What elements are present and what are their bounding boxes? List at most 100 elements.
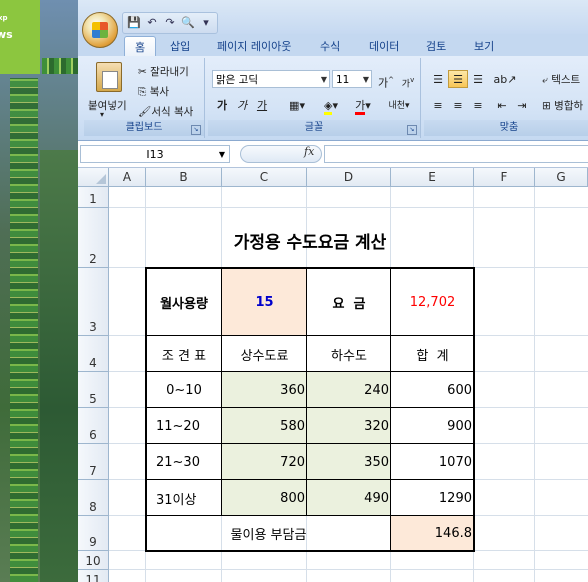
redo-icon[interactable]: ↷ [163,16,177,30]
column-header-d[interactable]: D [307,168,391,187]
table-rule [145,479,475,480]
cut-icon: ✂ [138,66,147,78]
gridline [109,569,588,570]
alignment-group: ☰ ☰ ☰ ab↗ ≡ ≡ ≡ ⇤ ⇥ ⤶ 텍스트 ⊞ 병합하 맞춤 [424,58,588,138]
copy-button[interactable]: ⎘ 복사 [138,84,169,99]
align-center-icon[interactable]: ≡ [448,96,468,114]
tab-page-layout[interactable]: 페이지 레이아웃 [217,38,291,54]
bold-button[interactable]: 가 [212,96,232,114]
qat-customize-icon[interactable]: ▾ [199,16,213,30]
tab-view[interactable]: 보기 [474,38,494,54]
row-header-3[interactable]: 3 [78,268,109,336]
alignment-group-label: 맞춤 [424,120,588,136]
table-rule [306,267,307,516]
align-middle-icon[interactable]: ☰ [448,70,468,88]
row-header-7[interactable]: 7 [78,444,109,480]
row-header-6[interactable]: 6 [78,408,109,444]
merge-icon: ⊞ [542,100,551,112]
cut-button[interactable]: ✂ 잘라내기 [138,64,189,79]
office-button[interactable] [82,12,118,48]
phonetic-button[interactable]: 내천▾ [384,96,414,114]
table-rule [221,267,222,516]
decrease-indent-icon[interactable]: ⇤ [492,96,512,114]
clipboard-launcher-icon[interactable]: ↘ [191,125,201,135]
windows-xp-logo: ws xp [0,0,40,74]
save-icon[interactable]: 💾 [127,16,141,30]
row-header-9[interactable]: 9 [78,516,109,551]
paste-dropdown-icon[interactable]: ▾ [100,110,104,119]
fill-color-button[interactable]: ◈▾ [316,96,346,115]
table-rule [145,335,475,336]
column-header-e[interactable]: E [391,168,474,187]
row-header-10[interactable]: 10 [78,551,109,570]
formula-bar: I13 ▼ fx [78,141,588,168]
increase-indent-icon[interactable]: ⇥ [512,96,532,114]
table-rule [145,371,475,372]
borders-button[interactable]: ▦▾ [282,96,312,114]
title-bar: 💾 ↶ ↷ 🔍 ▾ [78,0,588,34]
wrap-text-icon: ⤶ [542,74,548,86]
chevron-down-icon: ▼ [320,75,327,84]
column-header-a[interactable]: A [109,168,146,187]
tab-review[interactable]: 검토 [426,38,446,54]
row-header-2[interactable]: 2 [78,208,109,268]
paste-icon[interactable] [96,62,122,92]
column-header-f[interactable]: F [474,168,535,187]
align-left-icon[interactable]: ≡ [428,96,448,114]
row-header-4[interactable]: 4 [78,336,109,372]
row-header-1[interactable]: 1 [78,187,109,208]
wrap-text-button[interactable]: ⤶ 텍스트 [542,72,580,87]
tab-formulas[interactable]: 수식 [320,38,340,54]
table-rule [145,407,475,408]
name-box[interactable]: I13 ▼ [80,145,230,163]
font-color-button[interactable]: 가▾ [348,96,378,115]
insert-function-icon[interactable]: fx [304,145,314,158]
row-header-11[interactable]: 11 [78,570,109,582]
column-header-b[interactable]: B [146,168,222,187]
print-preview-icon[interactable]: 🔍 [181,16,195,30]
table-rule [145,515,475,516]
font-size-select[interactable]: 11 ▼ [332,70,372,88]
row-header-8[interactable]: 8 [78,480,109,516]
table-rule [390,267,391,552]
desktop-mosaic-top [42,58,78,74]
merge-center-button[interactable]: ⊞ 병합하 [542,98,583,113]
column-header-g[interactable]: G [535,168,588,187]
desktop-mosaic [10,78,38,582]
clipboard-group: 붙여넣기 ▾ ✂ 잘라내기 ⎘ 복사 🖌서식 복사 클립보드 ↘ [84,58,205,138]
borders-icon: ▦ [289,99,300,112]
font-launcher-icon[interactable]: ↘ [407,125,417,135]
align-bottom-icon[interactable]: ☰ [468,70,488,88]
desktop-tree [40,150,78,582]
font-name-select[interactable]: 맑은 고딕 ▼ [212,70,330,88]
excel-window: 💾 ↶ ↷ 🔍 ▾ 홈 삽입 페이지 레이아웃 수식 데이터 검토 보기 붙여넣… [78,0,588,582]
table-outline [145,267,475,552]
formula-input[interactable] [324,145,588,163]
row-header-5[interactable]: 5 [78,372,109,408]
table-rule [145,443,475,444]
ribbon-tabs: 홈 삽입 페이지 레이아웃 수식 데이터 검토 보기 [78,34,588,57]
undo-icon[interactable]: ↶ [145,16,159,30]
quick-access-toolbar: 💾 ↶ ↷ 🔍 ▾ [122,12,218,34]
align-top-icon[interactable]: ☰ [428,70,448,88]
grow-font-button[interactable]: 가^ [375,70,397,90]
clipboard-group-label: 클립보드 [84,120,204,136]
italic-button[interactable]: 가 [232,96,252,114]
column-header-c[interactable]: C [222,168,307,187]
fill-color-icon: ◈ [324,99,333,115]
tab-insert[interactable]: 삽입 [170,38,190,54]
format-painter-icon: 🖌 [138,106,152,118]
orientation-icon[interactable]: ab↗ [492,70,518,88]
ribbon: 붙여넣기 ▾ ✂ 잘라내기 ⎘ 복사 🖌서식 복사 클립보드 ↘ 맑은 고딕 ▼ … [78,56,588,141]
tab-data[interactable]: 데이터 [369,38,399,54]
select-all-corner[interactable] [78,168,109,187]
underline-button[interactable]: 가 [252,96,272,114]
align-right-icon[interactable]: ≡ [468,96,488,114]
shrink-font-button[interactable]: 가v [397,70,419,90]
paste-button[interactable]: 붙여넣기 [88,98,127,113]
tab-home[interactable]: 홈 [124,36,157,57]
sheet-title[interactable]: 가정용 수도요금 계산 [146,208,474,268]
format-painter-button[interactable]: 🖌서식 복사 [138,104,193,119]
font-group-label: 글꼴 [208,120,420,136]
chevron-down-icon: ▼ [218,150,225,159]
